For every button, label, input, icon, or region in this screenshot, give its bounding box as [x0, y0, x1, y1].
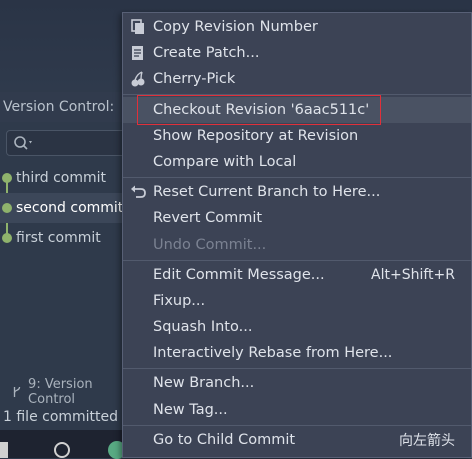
- menu-item-label: New Branch...: [153, 375, 255, 391]
- menu-separator: [123, 260, 471, 261]
- commit-row-first[interactable]: first commit: [0, 223, 125, 253]
- windows-start-icon[interactable]: [0, 442, 8, 458]
- undo-icon: [131, 185, 146, 198]
- menu-separator: [123, 94, 471, 95]
- menu-item-label: Edit Commit Message...: [153, 267, 325, 283]
- cherry-icon: [131, 71, 145, 87]
- menu-item-label: Go to Child Commit: [153, 432, 296, 448]
- menu-reset-current-branch[interactable]: Reset Current Branch to Here...: [123, 179, 471, 205]
- menu-item-label: Cherry-Pick: [153, 71, 236, 87]
- menu-shortcut: Alt+Shift+R: [371, 267, 455, 283]
- version-control-title: Version Control:: [3, 99, 115, 115]
- search-input[interactable]: [6, 130, 136, 156]
- patch-icon: [132, 46, 143, 60]
- menu-item-label: Create Patch...: [153, 45, 260, 61]
- menu-item-label: Copy Revision Number: [153, 19, 318, 35]
- menu-new-tag[interactable]: New Tag...: [123, 397, 471, 423]
- menu-item-label: Fixup...: [153, 293, 206, 309]
- commit-label: second commit: [16, 200, 124, 216]
- menu-item-label: Interactively Rebase from Here...: [153, 345, 393, 361]
- menu-copy-revision-number[interactable]: Copy Revision Number: [123, 14, 471, 40]
- branch-icon: [13, 386, 21, 398]
- menu-item-label: Undo Commit...: [153, 237, 267, 253]
- menu-separator: [123, 177, 471, 178]
- menu-squash-into[interactable]: Squash Into...: [123, 314, 471, 340]
- commit-row-third[interactable]: third commit: [0, 163, 125, 193]
- menu-separator: [123, 425, 471, 426]
- taskbar-search-icon[interactable]: [54, 442, 70, 458]
- menu-item-label: Squash Into...: [153, 319, 253, 335]
- copy-icon: [131, 19, 144, 34]
- menu-item-label: New Tag...: [153, 402, 228, 418]
- commit-node-icon: [2, 203, 12, 213]
- menu-fixup[interactable]: Fixup...: [123, 288, 471, 314]
- menu-item-label: Show Repository at Revision: [153, 128, 359, 144]
- menu-go-to-child-commit[interactable]: Go to Child Commit 向左箭头: [123, 427, 471, 453]
- context-menu: Copy Revision Number Create Patch... Che…: [122, 12, 472, 458]
- menu-create-patch[interactable]: Create Patch...: [123, 40, 471, 66]
- menu-separator: [123, 368, 471, 369]
- commit-label: first commit: [16, 230, 101, 246]
- menu-edit-commit-message[interactable]: Edit Commit Message... Alt+Shift+R: [123, 262, 471, 288]
- menu-checkout-revision[interactable]: Checkout Revision '6aac511c': [123, 97, 471, 123]
- menu-show-repository-at-revision[interactable]: Show Repository at Revision: [123, 123, 471, 149]
- menu-undo-commit: Undo Commit...: [123, 232, 471, 258]
- menu-interactively-rebase[interactable]: Interactively Rebase from Here...: [123, 340, 471, 366]
- commit-node-icon: [2, 173, 12, 183]
- menu-item-label: Compare with Local: [153, 154, 297, 170]
- menu-revert-commit[interactable]: Revert Commit: [123, 205, 471, 231]
- menu-compare-with-local[interactable]: Compare with Local: [123, 149, 471, 175]
- menu-cherry-pick[interactable]: Cherry-Pick: [123, 66, 471, 92]
- commit-row-second[interactable]: second commit: [0, 193, 125, 223]
- menu-item-label: Checkout Revision '6aac511c': [153, 102, 370, 118]
- version-control-tab[interactable]: 9: Version Control: [0, 377, 125, 407]
- status-bar-text: 1 file committed: [3, 409, 119, 425]
- search-icon: [14, 136, 32, 150]
- version-control-tab-label: 9: Version Control: [28, 377, 93, 407]
- menu-item-label: Reset Current Branch to Here...: [153, 184, 381, 200]
- commit-label: third commit: [16, 170, 107, 186]
- menu-shortcut: 向左箭头: [399, 433, 455, 449]
- version-control-header: Version Control:: [0, 92, 140, 122]
- menu-new-branch[interactable]: New Branch...: [123, 370, 471, 396]
- commit-node-icon: [2, 233, 12, 243]
- menu-item-label: Revert Commit: [153, 210, 263, 226]
